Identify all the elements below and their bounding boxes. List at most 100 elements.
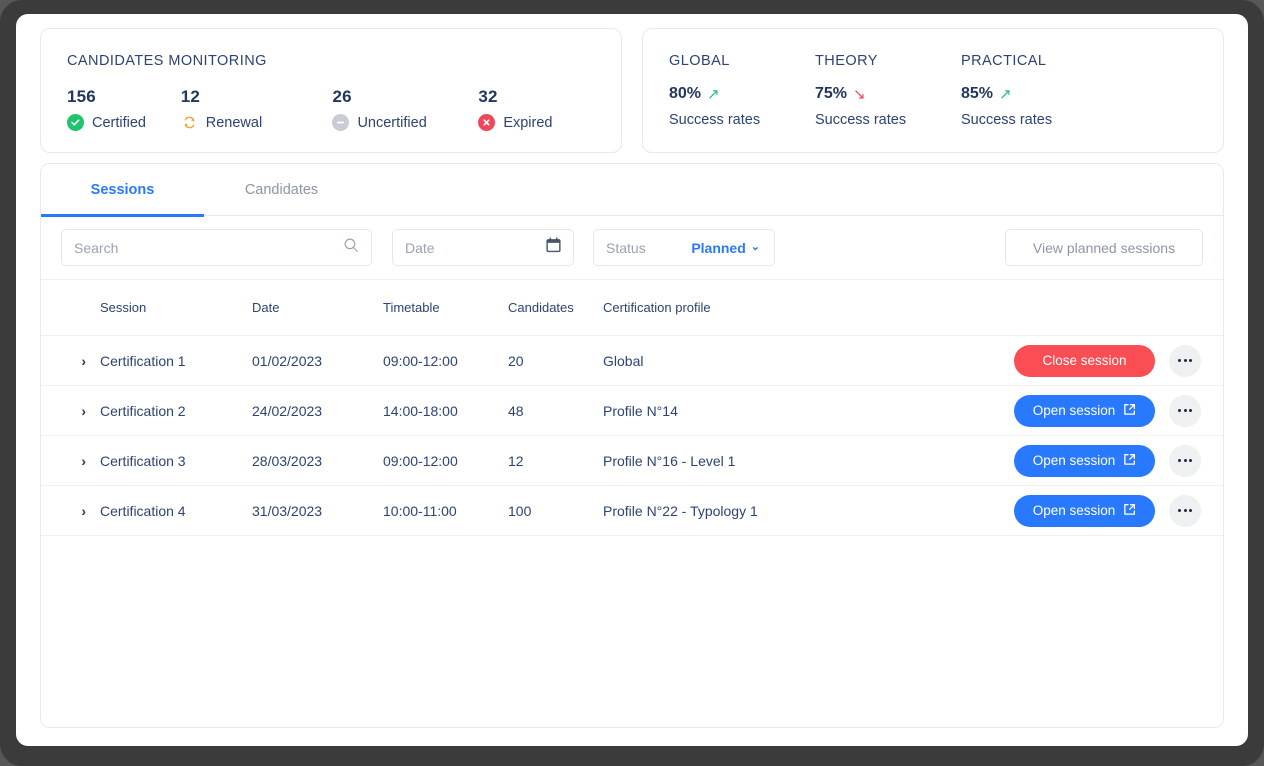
date-input[interactable]: Date xyxy=(405,240,435,256)
rate-global-subtitle: Success rates xyxy=(669,112,761,128)
open-session-label: Open session xyxy=(1032,453,1116,468)
column-header-date: Date xyxy=(252,300,280,315)
stat-expired-value: 32 xyxy=(478,87,498,106)
open-session-button[interactable]: Open session xyxy=(1014,494,1155,527)
calendar-icon[interactable] xyxy=(546,237,561,258)
rate-global-title: GLOBAL xyxy=(669,53,730,69)
cell-session: Certification 2 xyxy=(100,402,186,419)
stat-certified-value: 156 xyxy=(67,87,96,106)
sessions-table: Session Date Timetable Candidates Certif… xyxy=(41,279,1223,536)
open-session-button[interactable]: Open session xyxy=(1014,394,1155,427)
cell-timetable: 10:00-11:00 xyxy=(383,502,457,519)
x-circle-icon xyxy=(478,114,496,131)
cell-candidates: 48 xyxy=(508,402,524,419)
cell-certification-profile: Global xyxy=(603,352,644,369)
cell-date: 01/02/2023 xyxy=(252,352,323,369)
stat-renewal-label: Renewal xyxy=(205,114,263,131)
cell-date: 31/03/2023 xyxy=(252,502,323,519)
close-session-button[interactable]: Close session xyxy=(1014,344,1155,377)
search-field[interactable]: Search xyxy=(61,229,372,266)
stat-certified-label: Certified xyxy=(92,114,146,131)
column-header-certification-profile: Certification profile xyxy=(603,300,711,315)
rate-theory-title: THEORY xyxy=(815,53,878,69)
rate-global-value: 80% xyxy=(669,85,702,102)
rate-practical: PRACTICAL 85% ↗ Success rates xyxy=(961,53,1107,128)
rate-theory-subtitle: Success rates xyxy=(815,112,907,128)
panel-tabs: Sessions Candidates xyxy=(41,164,1223,217)
row-menu-button[interactable] xyxy=(1169,344,1201,377)
tab-sessions[interactable]: Sessions xyxy=(41,164,204,217)
stat-renewal: 12 Renewal xyxy=(181,87,333,131)
cell-certification-profile: Profile N°22 - Typology 1 xyxy=(603,502,758,519)
stat-uncertified: 26 Uncertified xyxy=(332,87,478,131)
stat-expired-label: Expired xyxy=(503,114,553,131)
table-row: › Certification 4 31/03/2023 10:00-11:00… xyxy=(41,486,1223,536)
page-surface: CANDIDATES MONITORING 156 Certified 12 R… xyxy=(16,14,1248,746)
status-filter-value-group[interactable]: Planned ⌄ xyxy=(691,240,760,256)
expand-row-chevron-icon[interactable]: › xyxy=(81,504,86,518)
open-session-label: Open session xyxy=(1032,403,1116,418)
tab-candidates[interactable]: Candidates xyxy=(204,164,359,216)
row-menu-button[interactable] xyxy=(1169,444,1201,477)
table-row: › Certification 2 24/02/2023 14:00-18:00… xyxy=(41,386,1223,436)
tab-candidates-label: Candidates xyxy=(244,182,319,198)
cell-timetable: 09:00-12:00 xyxy=(383,352,458,369)
rate-theory-value: 75% xyxy=(815,85,848,102)
cell-candidates: 100 xyxy=(508,502,532,519)
cell-date: 28/03/2023 xyxy=(252,452,323,469)
trend-up-arrow-icon: ↗ xyxy=(707,85,720,103)
rate-practical-value: 85% xyxy=(961,85,994,102)
cell-session: Certification 4 xyxy=(100,502,186,519)
view-planned-sessions-button[interactable]: View planned sessions xyxy=(1005,229,1203,266)
filters-bar: Search Date Status Planned ⌄ View planne… xyxy=(41,216,1223,279)
row-menu-button[interactable] xyxy=(1169,494,1201,527)
tab-sessions-label: Sessions xyxy=(90,182,155,198)
status-filter-label: Status xyxy=(606,239,646,256)
cell-session: Certification 1 xyxy=(100,352,186,369)
cell-session: Certification 3 xyxy=(100,452,186,469)
rate-global: GLOBAL 80% ↗ Success rates xyxy=(669,53,815,128)
external-link-icon xyxy=(1123,403,1136,419)
status-filter-value: Planned xyxy=(691,239,746,256)
cell-certification-profile: Profile N°16 - Level 1 xyxy=(603,452,736,469)
kpi-cards-row: CANDIDATES MONITORING 156 Certified 12 R… xyxy=(40,28,1224,153)
status-filter[interactable]: Status Planned ⌄ xyxy=(593,229,775,266)
monitoring-stats: 156 Certified 12 Renewal 26 Uncertified … xyxy=(67,87,595,131)
row-menu-button[interactable] xyxy=(1169,394,1201,427)
cell-timetable: 14:00-18:00 xyxy=(383,402,458,419)
expand-row-chevron-icon[interactable]: › xyxy=(81,454,86,468)
external-link-icon xyxy=(1123,453,1136,469)
search-icon[interactable] xyxy=(343,237,359,258)
success-rates-headers: GLOBAL 80% ↗ Success rates THEORY 75% ↘ … xyxy=(669,53,1197,128)
candidates-monitoring-title: CANDIDATES MONITORING xyxy=(67,53,267,69)
search-input[interactable]: Search xyxy=(74,240,118,256)
table-header-row: Session Date Timetable Candidates Certif… xyxy=(41,279,1223,336)
success-rates-card: GLOBAL 80% ↗ Success rates THEORY 75% ↘ … xyxy=(642,28,1224,153)
cell-certification-profile: Profile N°14 xyxy=(603,402,678,419)
rate-practical-subtitle: Success rates xyxy=(961,112,1053,128)
expand-row-chevron-icon[interactable]: › xyxy=(81,404,86,418)
open-session-label: Open session xyxy=(1032,503,1116,518)
expand-row-chevron-icon[interactable]: › xyxy=(81,354,86,368)
chevron-down-icon: ⌄ xyxy=(750,241,760,253)
sessions-panel: Sessions Candidates Search Date Status P… xyxy=(40,163,1224,728)
trend-up-arrow-icon: ↗ xyxy=(999,85,1012,103)
check-circle-icon xyxy=(67,114,84,131)
stat-uncertified-value: 26 xyxy=(332,87,352,106)
rate-practical-title: PRACTICAL xyxy=(961,53,1047,69)
cell-candidates: 20 xyxy=(508,352,524,369)
cell-candidates: 12 xyxy=(508,452,524,469)
rate-theory: THEORY 75% ↘ Success rates xyxy=(815,53,961,128)
close-session-label: Close session xyxy=(1042,353,1127,368)
open-session-button[interactable]: Open session xyxy=(1014,444,1155,477)
stat-uncertified-label: Uncertified xyxy=(357,114,427,131)
external-link-icon xyxy=(1123,503,1136,519)
column-header-timetable: Timetable xyxy=(383,300,440,315)
column-header-session: Session xyxy=(100,300,147,315)
date-field[interactable]: Date xyxy=(392,229,574,266)
refresh-icon xyxy=(181,114,198,131)
stat-certified: 156 Certified xyxy=(67,87,181,131)
cell-timetable: 09:00-12:00 xyxy=(383,452,458,469)
table-row: › Certification 3 28/03/2023 09:00-12:00… xyxy=(41,436,1223,486)
stat-expired: 32 Expired xyxy=(478,87,595,131)
